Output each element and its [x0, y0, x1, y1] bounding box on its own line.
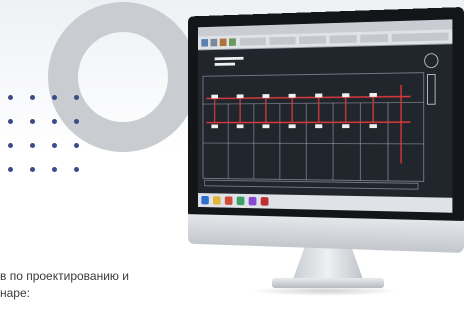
dot: [8, 167, 13, 172]
monitor-stand-neck: [292, 246, 364, 282]
dot: [74, 95, 79, 100]
intro-text-line-1: в по проектированию и: [0, 269, 129, 283]
folder-icon[interactable]: [213, 196, 221, 205]
monitor: [187, 7, 464, 255]
dot: [8, 119, 13, 124]
dot: [74, 143, 79, 148]
decorative-dot-grid: [8, 93, 86, 173]
dot: [52, 167, 57, 172]
monitor-stand-base: [272, 278, 384, 288]
intro-text-line-2: наре:: [0, 286, 30, 300]
dot: [52, 143, 57, 148]
app-icon[interactable]: [224, 196, 233, 205]
dot: [30, 167, 35, 172]
dot: [74, 119, 79, 124]
dot: [30, 95, 35, 100]
dot: [8, 143, 13, 148]
dot: [52, 95, 57, 100]
dot: [8, 95, 13, 100]
cad-app-icon[interactable]: [260, 197, 269, 206]
intro-text: в по проектированию и наре:: [0, 268, 260, 302]
cad-drawing-canvas[interactable]: [197, 44, 453, 198]
app-icon[interactable]: [236, 196, 245, 206]
monitor-chin: [187, 214, 464, 253]
dot: [30, 119, 35, 124]
electrical-schematic: [198, 44, 452, 198]
monitor-screen: [197, 19, 453, 213]
app-icon[interactable]: [248, 196, 257, 206]
dot: [52, 119, 57, 124]
dot: [30, 143, 35, 148]
start-icon[interactable]: [201, 195, 209, 205]
dot: [74, 167, 79, 172]
